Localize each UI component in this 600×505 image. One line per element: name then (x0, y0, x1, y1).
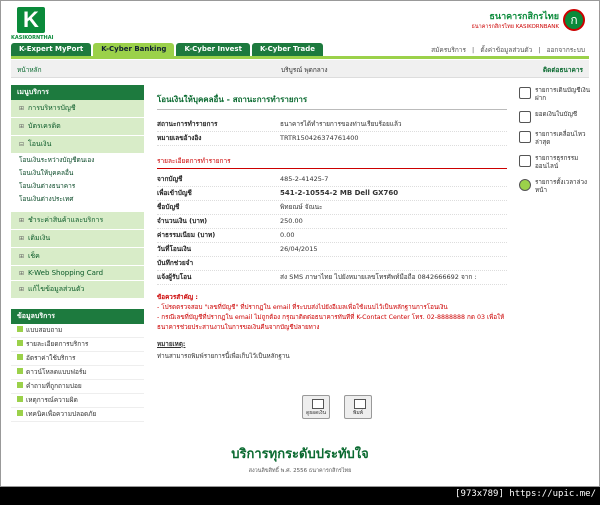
sidebar-item-top-up[interactable]: ⊞ เติมเงิน (11, 230, 144, 248)
info-item[interactable]: เหตุการณ์ความผิด (11, 394, 144, 408)
separator: | (472, 46, 475, 54)
register-link[interactable]: สมัครบริการ (431, 46, 466, 54)
section-heading: รายละเอียดการทำรายการ (157, 156, 507, 169)
breadcrumb-bar: หน้าหลัก บริบูรณ์ พุดกลาง ติดต่อธนาคาร (11, 60, 589, 78)
alert-icon (17, 396, 23, 402)
sidebar-sub-overseas[interactable]: โอนเงินต่างประเทศ (11, 193, 144, 206)
plus-icon: ⊞ (19, 105, 25, 112)
detail-row: จำนวนเงิน (บาท) 250.00 (157, 215, 507, 229)
sidebar-item-k-web-shopping[interactable]: ⊞ K-Web Shopping Card (11, 266, 144, 281)
top-links: สมัครบริการ | ตั้งค่าข้อมูลส่วนตัว | ออก… (427, 45, 585, 55)
image-host-watermark: [973x789] https://upic.me/ (455, 489, 596, 499)
info-item[interactable]: ดาวน์โหลดแบบฟอร์ม (11, 366, 144, 380)
view-balance-button[interactable]: ดูยอดเงิน (302, 395, 330, 419)
quick-link-statement[interactable]: รายการเดินบัญชีเงินฝาก (519, 87, 591, 103)
minus-icon: ⊟ (19, 141, 25, 148)
sidebar-menu: เมนูบริการ ⊞ การบริหารบัญชี ⊞ บัตรเครดิต ⊟… (11, 85, 144, 422)
bank-brand: ธนาคารกสิกรไทย ธนาคารกสิกรไทย KASIKORNBA… (472, 9, 585, 31)
detail-row: บันทึกช่วยจำ (157, 257, 507, 271)
plus-icon: ⊞ (19, 286, 25, 293)
detail-row: แจ้งผู้รับโอน ส่ง SMS ภาษาไทย ไปยังหมายเล… (157, 271, 507, 285)
sidebar-sub-other-person[interactable]: โอนเงินให้บุคคลอื่น (11, 167, 144, 180)
sidebar-item-transfer[interactable]: ⊟ โอนเงิน (11, 136, 144, 154)
plus-icon: ⊞ (19, 235, 25, 242)
checkbox-icon (17, 326, 23, 332)
sidebar-item-cheque[interactable]: ⊞ เช็ค (11, 248, 144, 266)
download-icon (17, 368, 23, 374)
reference-row: หมายเลขอ้างอิง TRTR150426374761400 (157, 132, 507, 146)
detail-row: เพื่อเข้าบัญชี 541-2-10554-2 MB Dell GX76… (157, 187, 507, 201)
plus-icon: ⊞ (19, 270, 25, 277)
bank-name-en: ธนาคารกสิกรไทย KASIKORNBANK (471, 24, 559, 30)
info-item[interactable]: เทคนิคเพื่อความปลอดภัย (11, 408, 144, 422)
lock-icon (17, 410, 23, 416)
status-row: สถานะการทำรายการ ธนาคารได้ทำรายการของท่าน… (157, 118, 507, 132)
tab-k-cyber-invest[interactable]: K-Cyber Invest (176, 43, 250, 56)
tab-underline (11, 56, 589, 59)
money-icon (519, 111, 531, 123)
plus-icon: ⊞ (19, 253, 25, 260)
tab-k-cyber-trade[interactable]: K-Cyber Trade (251, 43, 323, 56)
info-item[interactable]: คำถามที่ถูกถามบ่อย (11, 380, 144, 394)
detail-row: วันที่โอนเงิน 26/04/2015 (157, 243, 507, 257)
quick-link-recent[interactable]: รายการเคลื่อนไหวล่าสุด (519, 131, 591, 147)
info-item[interactable]: รายละเอียดการบริการ (11, 338, 144, 352)
info-item[interactable]: อัตราค่าใช้บริการ (11, 352, 144, 366)
star-icon (17, 340, 23, 346)
important-notice: ข้อควรสำคัญ : - โปรดตรวจสอบ "เลขที่บัญชี… (157, 294, 505, 331)
transaction-result: โอนเงินให้บุคคลอื่น - สถานะการทำรายการ ส… (157, 93, 507, 363)
detail-row: ค่าธรรมเนียม (บาท) 0.00 (157, 229, 507, 243)
quick-link-online[interactable]: รายการธุรกรรมออนไลน์ (519, 155, 591, 171)
document-icon (519, 87, 531, 99)
tab-k-cyber-banking[interactable]: K-Cyber Banking (93, 43, 175, 56)
document-icon (519, 155, 531, 167)
logo-text: KASIKORNTHAI (11, 35, 54, 41)
logout-link[interactable]: ออกจากระบบ (547, 46, 585, 54)
question-icon (17, 382, 23, 388)
clock-icon (519, 179, 531, 191)
detail-row: ชื่อบัญชี พิทยณษ์ จัณนะ (157, 201, 507, 215)
sidebar-item-profile[interactable]: ⊞ แก้ไขข้อมูลส่วนตัว (11, 281, 144, 299)
quick-link-scheduled[interactable]: รายการตั้งเวลาล่วงหน้า (519, 179, 591, 195)
document-icon (17, 354, 23, 360)
user-name: บริบูรณ์ พุดกลาง (281, 66, 328, 74)
bank-seal-icon: ก (563, 9, 585, 31)
k-logo-mark: K (17, 7, 45, 33)
kasikornthai-logo[interactable]: K KASIKORNTHAI (11, 7, 54, 43)
document-icon (519, 131, 531, 143)
sidebar-item-bill-payment[interactable]: ⊞ ชำระค่าสินค้าและบริการ (11, 212, 144, 230)
print-button[interactable]: พิมพ์ (344, 395, 372, 419)
copyright: สงวนลิขสิทธิ์ พ.ศ. 2556 ธนาคารกสิกรไทย (248, 468, 352, 474)
page-title: โอนเงินให้บุคคลอื่น - สถานะการทำรายการ (157, 93, 507, 110)
settings-link[interactable]: ตั้งค่าข้อมูลส่วนตัว (480, 46, 532, 54)
plus-icon: ⊞ (19, 217, 25, 224)
bank-name-th: ธนาคารกสิกรไทย (489, 12, 559, 22)
service-info-header: ข้อมูลบริการ (11, 309, 144, 324)
browser-window: K KASIKORNTHAI ธนาคารกสิกรไทย ธนาคารกสิก… (0, 0, 600, 487)
home-link[interactable]: หน้าหลัก (17, 65, 42, 75)
sidebar-item-account-management[interactable]: ⊞ การบริหารบัญชี (11, 100, 144, 118)
quick-link-balance[interactable]: ยอดเงินในบัญชี (519, 111, 591, 123)
slogan: บริการทุกระดับประทับใจ (231, 447, 369, 462)
action-buttons: ดูยอดเงิน พิมพ์ (302, 395, 372, 419)
detail-table: จากบัญชี 485-2-41425-7 เพื่อเข้าบัญชี 541-2… (157, 173, 507, 285)
quick-links: รายการเดินบัญชีเงินฝาก ยอดเงินในบัญชี รา… (519, 87, 591, 203)
plus-icon: ⊞ (19, 123, 25, 130)
separator: | (538, 46, 541, 54)
info-item[interactable]: แบบสอบถาม (11, 324, 144, 338)
sidebar-sub-other-bank[interactable]: โอนเงินต่างธนาคาร (11, 180, 144, 193)
sidebar-sub-own-account[interactable]: โอนเงินระหว่างบัญชีตนเอง (11, 154, 144, 167)
product-tabs: K-Expert MyPort K-Cyber Banking K-Cyber … (11, 43, 323, 56)
contact-bank-link[interactable]: ติดต่อธนาคาร (543, 65, 583, 75)
detail-row: จากบัญชี 485-2-41425-7 (157, 173, 507, 187)
menu-header: เมนูบริการ (11, 85, 144, 100)
remark: หมายเหตุ: ท่านสามารถพิมพ์รายการนี้เพื่อเ… (157, 341, 290, 360)
tab-k-expert-myport[interactable]: K-Expert MyPort (11, 43, 92, 56)
sidebar-item-credit-card[interactable]: ⊞ บัตรเครดิต (11, 118, 144, 136)
